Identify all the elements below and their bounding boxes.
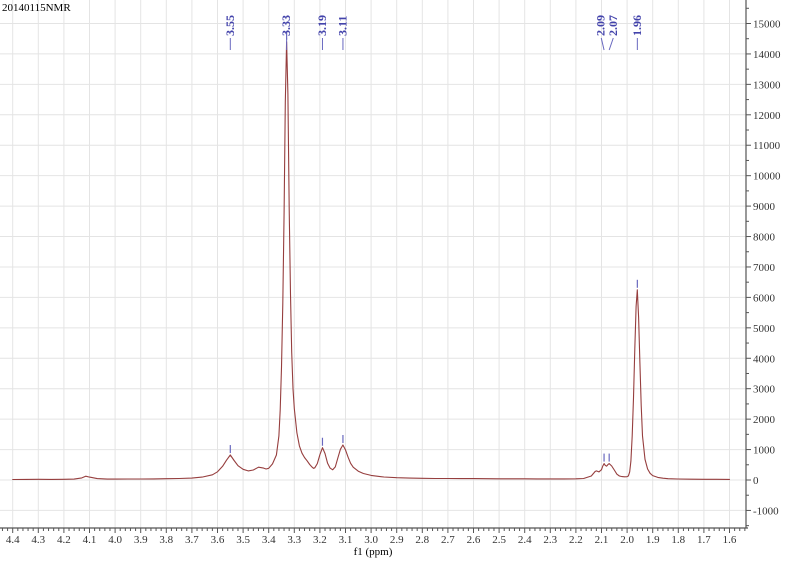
y-tick-label: 15000 [753,19,781,31]
y-tick-label: 5000 [753,323,776,335]
x-tick-label: 1.9 [646,534,660,546]
x-tick-label: 2.1 [595,534,609,546]
chart-title: 20140115NMR [2,2,71,14]
y-tick-label: 2000 [753,414,776,426]
x-tick-label: 3.9 [134,534,148,546]
x-tick-label: 2.8 [415,534,429,546]
x-tick-label: 3.4 [262,534,276,546]
gridlines [0,0,746,528]
x-tick-label: 3.5 [236,534,250,546]
x-tick-label: 1.7 [697,534,711,546]
x-tick-label: 2.4 [518,534,532,546]
x-tick-label: 1.6 [723,534,737,546]
y-tick-label: -1000 [753,505,779,517]
axis-tick-labels: 4.4 4.3 4.2 4.1 4.0 3.9 3.8 3.7 3.6 3.5 3.4 3.3 3.2 3… [6,19,781,546]
x-axis-label: f1 (ppm) [354,546,393,558]
peak-label: 3.19 [315,15,329,36]
nmr-spectrum-chart: 4.4 4.3 4.2 4.1 4.0 3.9 3.8 3.7 3.6 3.5 3.4 3.3 3.2 3… [0,0,781,558]
x-tick-label: 3.8 [159,534,173,546]
y-tick-label: 10000 [753,171,781,183]
x-tick-label: 3.1 [339,534,353,546]
x-tick-label: 4.1 [83,534,97,546]
x-tick-label: 3.6 [211,534,225,546]
x-tick-label: 2.2 [569,534,583,546]
x-tick-label: 2.0 [620,534,634,546]
peak-label: 2.07 [606,15,620,36]
y-tick-label: 6000 [753,292,776,304]
y-tick-label: 1000 [753,445,776,457]
y-tick-label: 9000 [753,201,776,213]
x-tick-label: 4.3 [31,534,45,546]
peak-label: 3.33 [279,15,293,36]
y-tick-label: 13000 [753,79,781,91]
x-tick-label: 2.9 [390,534,404,546]
axes [0,0,748,529]
y-tick-label: 11000 [753,140,781,152]
y-tick-label: 0 [753,475,759,487]
x-tick-label: 2.5 [492,534,506,546]
peak-label: 1.96 [630,15,644,36]
y-tick-label: 8000 [753,232,776,244]
x-tick-label: 2.3 [543,534,557,546]
peak-label: 3.11 [335,16,349,36]
y-tick-label: 7000 [753,262,776,274]
x-tick-label: 3.0 [364,534,378,546]
x-tick-label: 2.7 [441,534,455,546]
x-tick-label: 3.2 [313,534,327,546]
y-tick-label: 3000 [753,384,776,396]
x-tick-label: 4.4 [6,534,20,546]
y-tick-label: 14000 [753,49,781,61]
x-tick-label: 3.7 [185,534,199,546]
peak-leader-line [608,37,614,51]
x-tick-label: 2.6 [467,534,481,546]
y-tick-label: 12000 [753,110,781,122]
x-tick-label: 4.0 [108,534,122,546]
y-tick-label: 4000 [753,353,776,365]
x-tick-label: 3.3 [287,534,301,546]
x-tick-label: 1.8 [671,534,685,546]
x-tick-label: 4.2 [57,534,71,546]
peak-label: 3.55 [223,15,237,36]
nmr-spectrum-window: 4.4 4.3 4.2 4.1 4.0 3.9 3.8 3.7 3.6 3.5 3.4 3.3 3.2 3… [0,0,800,558]
